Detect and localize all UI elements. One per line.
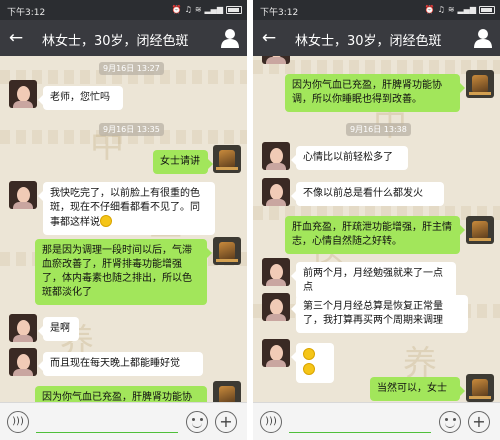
message-bubble[interactable]: 心情比以前轻松多了 — [291, 146, 408, 170]
avatar[interactable] — [262, 258, 290, 286]
avatar[interactable] — [466, 374, 494, 402]
message-bubble[interactable]: 是啊 — [38, 317, 79, 341]
message-bubble[interactable]: 当然可以，女士 — [370, 377, 465, 401]
alarm-icon: ⏰ — [171, 5, 182, 14]
emoji-icon[interactable] — [439, 411, 461, 433]
message-bubble[interactable]: 而且现在每天晚上都能睡好觉 — [38, 352, 203, 376]
message-list[interactable]: 中 医 养 因为你气血已充盈，肝脾肾功能协调，所以你睡眠也得到改善。 9月16日… — [253, 56, 500, 402]
chat-header: ← 林女士，30岁，闭经色斑 — [0, 20, 247, 56]
status-time: 下午3:12 — [260, 8, 299, 18]
signal-icon: ▂▄▆ — [204, 5, 223, 14]
avatar[interactable] — [9, 181, 37, 209]
chat-screen-left: 下午3:12 ⏰ ♫ ≋ ▂▄▆ ← 林女士，30岁，闭经色斑 中 医 养 9月… — [0, 0, 247, 440]
message-bubble[interactable]: 女士请讲 — [153, 150, 213, 174]
headphones-icon: ♫ — [437, 5, 445, 14]
input-bar: ))) + — [0, 402, 247, 440]
avatar[interactable] — [9, 314, 37, 342]
message-bubble[interactable]: 肝血充盈，肝疏泄功能增强，肝主情志，心情自然随之好转。 — [285, 216, 465, 254]
alarm-icon: ⏰ — [424, 5, 435, 14]
avatar[interactable] — [262, 178, 290, 206]
plus-icon[interactable]: + — [215, 411, 237, 433]
signal-icon: ▂▄▆ — [457, 5, 476, 14]
chat-title: 林女士，30岁，闭经色斑 — [42, 34, 189, 49]
back-arrow-icon[interactable]: ← — [5, 26, 27, 50]
message-bubble[interactable]: 那是因为调理一段时间以后，气滞血瘀改善了，肝肾排毒功能增强了，体内毒素也随之排出… — [35, 239, 212, 305]
message-list[interactable]: 中 医 养 9月16日 13:27 老师，您忙吗 9月16日 13:35 女士请… — [0, 56, 247, 402]
avatar[interactable] — [213, 145, 241, 173]
avatar[interactable] — [262, 56, 290, 64]
avatar[interactable] — [262, 142, 290, 170]
timestamp: 9月16日 13:27 — [99, 62, 164, 75]
message-bubble[interactable]: 因为你气血已充盈，肝脾肾功能协调，所以你睡眠也得到改善。 — [285, 74, 465, 112]
back-arrow-icon[interactable]: ← — [258, 26, 280, 50]
message-input[interactable] — [289, 411, 431, 433]
avatar[interactable] — [466, 70, 494, 98]
smile-emoji — [303, 348, 315, 360]
avatar[interactable] — [9, 80, 37, 108]
plus-icon[interactable]: + — [468, 411, 490, 433]
status-bar: 下午3:12 ⏰ ♫ ≋ ▂▄▆ — [253, 0, 500, 20]
avatar[interactable] — [262, 339, 290, 367]
avatar[interactable] — [9, 348, 37, 376]
voice-icon[interactable]: ))) — [7, 411, 29, 433]
chat-title: 林女士，30岁，闭经色斑 — [295, 34, 442, 49]
avatar[interactable] — [262, 293, 290, 321]
message-bubble[interactable]: 我快吃完了，以前脸上有很重的色斑，现在不仔细看都看不见了。同事都这样说 — [38, 182, 215, 235]
wifi-icon: ≋ — [447, 5, 455, 14]
smile-emoji — [100, 215, 112, 227]
message-bubble[interactable]: 因为你气血已充盈，肝脾肾功能协 — [35, 386, 207, 402]
status-time: 下午3:12 — [7, 8, 46, 18]
message-bubble[interactable]: 第三个月月经总算是恢复正常量了，我打算再买两个周期来调理 — [291, 295, 468, 333]
emoji-icon[interactable] — [186, 411, 208, 433]
chat-screen-right: 下午3:12 ⏰ ♫ ≋ ▂▄▆ ← 林女士，30岁，闭经色斑 中 医 养 因为… — [253, 0, 500, 440]
smile-emoji — [303, 363, 315, 375]
timestamp: 9月16日 13:35 — [99, 123, 164, 136]
person-icon[interactable] — [474, 28, 492, 48]
battery-icon — [479, 6, 495, 14]
voice-icon[interactable]: ))) — [260, 411, 282, 433]
message-bubble[interactable] — [291, 343, 334, 383]
status-bar: 下午3:12 ⏰ ♫ ≋ ▂▄▆ — [0, 0, 247, 20]
battery-icon — [226, 6, 242, 14]
input-bar: ))) + — [253, 402, 500, 440]
message-input[interactable] — [36, 411, 178, 433]
message-text: 我快吃完了，以前脸上有很重的色斑，现在不仔细看都看不见了。同事都这样说 — [50, 188, 200, 228]
status-icons: ⏰ ♫ ≋ ▂▄▆ — [172, 4, 242, 16]
avatar[interactable] — [466, 216, 494, 244]
message-bubble[interactable]: 不像以前总是看什么都发火 — [291, 182, 444, 206]
wifi-icon: ≋ — [194, 5, 202, 14]
message-bubble[interactable]: 老师，您忙吗 — [38, 86, 123, 110]
headphones-icon: ♫ — [184, 5, 192, 14]
person-icon[interactable] — [221, 28, 239, 48]
avatar[interactable] — [213, 381, 241, 402]
chat-header: ← 林女士，30岁，闭经色斑 — [253, 20, 500, 56]
timestamp: 9月16日 13:38 — [346, 123, 411, 136]
status-icons: ⏰ ♫ ≋ ▂▄▆ — [425, 4, 495, 16]
avatar[interactable] — [213, 237, 241, 265]
